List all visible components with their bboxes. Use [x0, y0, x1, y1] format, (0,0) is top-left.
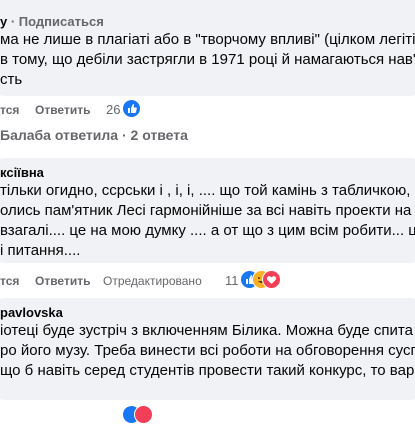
- replies-toggle[interactable]: Балаба ответила · 2 ответа: [0, 127, 188, 145]
- comment-1-line-1: ма не лише в плагіаті або в "творчому вп…: [0, 31, 415, 48]
- love-reaction-icon: [262, 270, 281, 289]
- comment-2-like-action[interactable]: тся: [0, 274, 19, 288]
- comment-3-line-1: іотеці буде зустріч з включенням Білика.…: [0, 322, 413, 339]
- comment-1-like-action[interactable]: тся: [0, 103, 19, 117]
- comment-2-reaction-count[interactable]: 11: [225, 273, 239, 289]
- comment-2-author[interactable]: ксіївна: [0, 165, 44, 181]
- subscribe-link[interactable]: · Подписаться: [11, 14, 104, 29]
- comment-2-edited-label: Отредактировано: [103, 274, 202, 288]
- like-reaction-icon: [122, 99, 141, 118]
- replies-toggle-label[interactable]: Балаба ответила · 2 ответа: [0, 127, 188, 143]
- comment-1-author-name[interactable]: у: [0, 14, 7, 29]
- comment-1-reaction-count[interactable]: 26: [106, 102, 120, 118]
- comment-2-reply-action[interactable]: Ответить: [35, 274, 90, 288]
- comment-1-author[interactable]: у · Подписаться: [0, 14, 104, 30]
- comment-2-line-4: і питання....: [0, 242, 81, 259]
- comment-2-line-3: взагалі.... це на мою думку .... а от що…: [0, 222, 415, 239]
- comment-3-line-3: що б навіть серед студентів провести так…: [0, 362, 415, 379]
- comment-3-line-2: ро його музу. Треба винести всі роботи н…: [0, 342, 415, 359]
- comment-1-line-3: сть: [0, 71, 23, 88]
- comment-1-line-2: в тому, що дебіли застрягли в 1971 році …: [0, 51, 415, 68]
- comment-1-reply-action[interactable]: Ответить: [35, 103, 90, 117]
- comment-3-author[interactable]: pavlovska: [0, 305, 63, 321]
- comment-2-line-2: олись пам'ятник Лесі гармонійніше за всі…: [0, 202, 415, 219]
- comment-2-line-1: тільки огидно, ссрськи і , і, і, .... що…: [0, 182, 415, 199]
